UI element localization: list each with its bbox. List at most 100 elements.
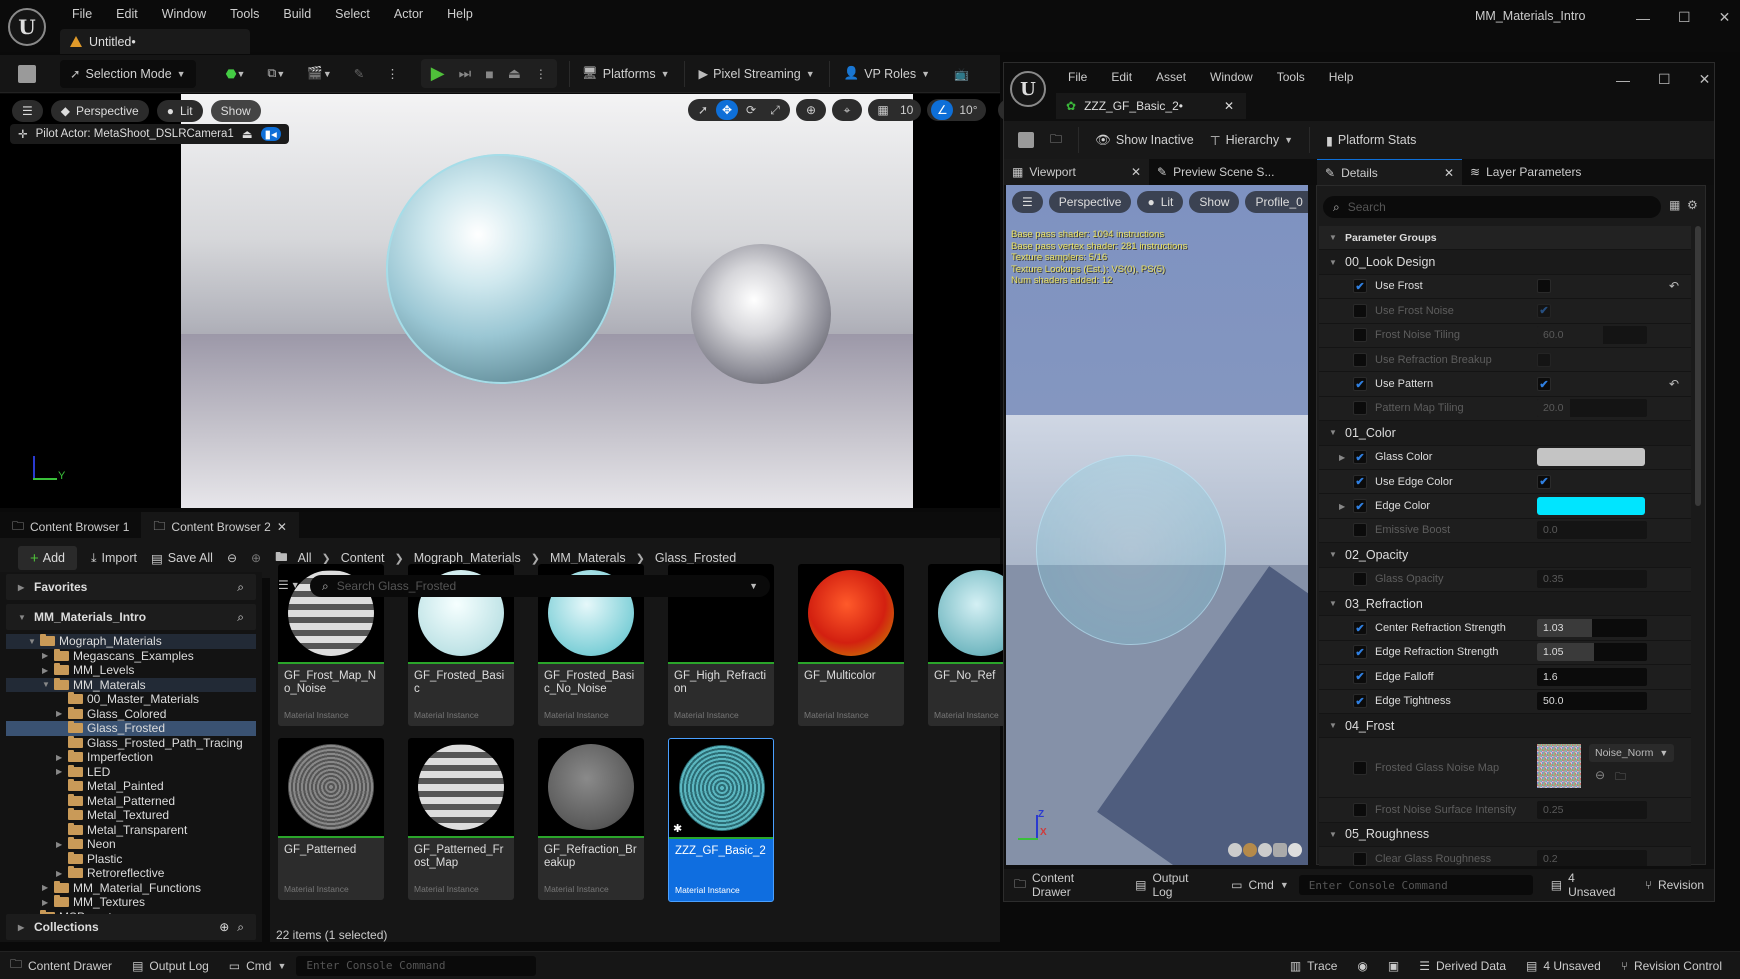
close-tab-icon[interactable]: ✕ <box>1131 165 1141 179</box>
folder-tree-item[interactable]: Metal_Painted <box>6 779 256 794</box>
asset-tile[interactable]: GF_Multicolor Material Instance <box>798 564 904 726</box>
parameter-override-checkbox[interactable] <box>1353 572 1367 587</box>
close-icon[interactable]: ✕ <box>1719 9 1731 26</box>
eject-pilot-icon[interactable]: ⏏ <box>242 127 253 141</box>
cinematics-icon[interactable]: 🎬 ▼ <box>307 66 332 81</box>
menu-edit[interactable]: Edit <box>104 6 150 22</box>
folder-tree-item[interactable]: ▼ Mograph_Materials <box>6 634 256 649</box>
modeling-icon[interactable]: ✎ <box>354 66 364 81</box>
back-icon[interactable]: ⊖ <box>227 551 237 565</box>
parameter-value-field[interactable]: 20.0 <box>1537 399 1647 418</box>
derived-data-button[interactable]: ☰ Derived Data <box>1409 959 1516 973</box>
save-icon[interactable] <box>1018 132 1034 148</box>
parameter-override-checkbox[interactable]: ✔ <box>1353 279 1367 294</box>
cube-mesh-icon[interactable] <box>1273 843 1287 857</box>
save-all-button[interactable]: ▤ Save All <box>151 551 213 566</box>
maximize-icon[interactable]: ☐ <box>1658 71 1671 88</box>
platforms-dropdown[interactable]: 🖥 Platforms ▼ <box>582 66 670 81</box>
favorites-section[interactable]: ▶ Favorites ⌕ <box>6 574 256 600</box>
breadcrumb-item[interactable]: Glass_Frosted <box>655 551 736 565</box>
custom-mesh-icon[interactable] <box>1288 843 1302 857</box>
close-icon[interactable]: ✕ <box>1699 71 1711 88</box>
parameter-override-checkbox[interactable]: ✔ <box>1353 621 1367 636</box>
parameter-override-checkbox[interactable] <box>1353 303 1367 318</box>
tab-details[interactable]: ✎ Details ✕ <box>1317 159 1462 185</box>
level-tab[interactable]: Untitled• <box>60 29 250 54</box>
parameter-group-header[interactable]: ▼ 01_Color <box>1319 421 1691 446</box>
use-selected-icon[interactable]: ⊖ <box>1595 768 1605 782</box>
menu-actor[interactable]: Actor <box>382 6 435 22</box>
root-section[interactable]: ▼ MM_Materials_Intro ⌕ <box>6 604 256 630</box>
color-swatch[interactable] <box>1537 497 1645 516</box>
platform-stats-button[interactable]: ▮ Platform Stats <box>1326 133 1416 148</box>
tab-layer-parameters[interactable]: ≋ Layer Parameters <box>1462 159 1589 185</box>
breadcrumb-item[interactable]: Mograph_Materials <box>414 551 521 565</box>
select-tool-icon[interactable]: ➚ <box>692 100 714 120</box>
level-viewport[interactable]: ☰ ◆ Perspective ● Lit Show ✛ Pilot Actor: … <box>0 94 1061 508</box>
viewport-render[interactable] <box>181 94 913 508</box>
more-options-icon[interactable]: ⋮ <box>386 66 399 81</box>
folder-tree-item[interactable]: ▶ MM_Textures <box>6 895 256 910</box>
unreal-logo-icon[interactable]: U <box>1010 71 1046 107</box>
expand-icon[interactable]: ▶ <box>1339 502 1353 511</box>
revision-button[interactable]: ⑂ Revision <box>1635 878 1714 892</box>
cmd-dropdown[interactable]: ▭ Cmd ▼ <box>1221 878 1299 892</box>
expand-icon[interactable]: ▶ <box>42 898 50 907</box>
add-collection-icon[interactable]: ⊕ <box>219 920 229 934</box>
viewport-menu-button[interactable]: ☰ <box>1012 191 1043 213</box>
revision-control-button[interactable]: ⑂ Revision Control <box>1611 959 1732 973</box>
vp-roles-dropdown[interactable]: 👤 VP Roles ▼ <box>844 66 930 81</box>
collapse-icon[interactable]: ▼ <box>42 680 50 689</box>
minimize-icon[interactable]: — <box>1616 72 1630 88</box>
search-icon[interactable]: ⌕ <box>237 610 244 625</box>
parameter-value-field[interactable]: 1.6 <box>1537 667 1647 686</box>
asset-search-input[interactable]: Search Glass_Frosted <box>337 579 456 593</box>
console-input[interactable]: Enter Console Command <box>296 955 537 976</box>
expand-icon[interactable]: ▶ <box>1339 453 1353 462</box>
asset-tile[interactable]: GF_Patterned Material Instance <box>278 738 384 900</box>
camera-icon[interactable]: ▮◂ <box>260 127 281 141</box>
parameter-group-header[interactable]: ▼ 02_Opacity <box>1319 543 1691 568</box>
parameter-value-field[interactable]: 60.0 <box>1537 326 1647 345</box>
eject-icon[interactable]: ⏏ <box>508 65 521 82</box>
parameter-value-field[interactable]: 50.0 <box>1537 692 1647 711</box>
lit-button[interactable]: ● Lit <box>1137 191 1184 213</box>
parameter-override-checkbox[interactable] <box>1353 851 1367 866</box>
parameter-value-field[interactable]: 0.0 <box>1537 521 1647 540</box>
menu-tools[interactable]: Tools <box>1265 70 1317 84</box>
console-input[interactable]: Enter Console Command <box>1298 875 1533 895</box>
menu-file[interactable]: File <box>1056 70 1099 84</box>
settings-icon[interactable]: ⚙ <box>1687 198 1698 212</box>
folder-tree-item[interactable]: ▶ Glass_Colored <box>6 706 256 722</box>
folder-tree-item[interactable]: ▶ MM_Levels <box>6 663 256 678</box>
folder-tree-item[interactable]: ▶ Imperfection <box>6 750 256 765</box>
expand-icon[interactable]: ▶ <box>56 767 64 776</box>
details-search[interactable]: ⌕ Search <box>1323 196 1661 218</box>
search-icon[interactable]: ⌕ <box>237 580 244 595</box>
scale-tool-icon[interactable]: ⤢ <box>764 100 786 120</box>
folder-tree-item[interactable]: ▶ LED <box>6 764 256 780</box>
parameter-override-checkbox[interactable]: ✔ <box>1353 694 1367 709</box>
asset-tile[interactable]: GF_Patterned_Frost_Map Material Instance <box>408 738 514 900</box>
details-scrollbar[interactable] <box>1695 226 1701 506</box>
parameter-value-field[interactable]: 0.25 <box>1537 801 1647 820</box>
parameter-value-checkbox[interactable] <box>1537 352 1551 367</box>
expand-icon[interactable]: ▶ <box>42 883 50 892</box>
browse-icon[interactable]: 🗀 <box>1615 768 1626 787</box>
parameter-override-checkbox[interactable]: ✔ <box>1353 499 1367 514</box>
breadcrumb-item[interactable]: Content <box>341 551 385 565</box>
parameter-override-checkbox[interactable] <box>1353 523 1367 538</box>
menu-tools[interactable]: Tools <box>218 6 271 22</box>
rotate-tool-icon[interactable]: ⟳ <box>740 100 762 120</box>
asset-search[interactable]: ⌕ Search Glass_Frosted ▼ <box>310 575 770 597</box>
hierarchy-dropdown[interactable]: ⊤ Hierarchy ▼ <box>1210 133 1293 148</box>
trace-button[interactable]: ▥ Trace <box>1280 959 1348 973</box>
forward-icon[interactable]: ⊕ <box>251 551 261 565</box>
expand-icon[interactable]: ▶ <box>56 840 64 849</box>
parameter-value-field[interactable]: 1.03 <box>1537 619 1647 638</box>
unreal-logo-icon[interactable]: U <box>8 8 46 46</box>
texture-dropdown[interactable]: Noise_Norm ▼ <box>1589 744 1675 763</box>
asset-tile[interactable]: ✱ ZZZ_GF_Basic_2 Material Instance <box>668 738 774 902</box>
parameter-override-checkbox[interactable]: ✔ <box>1353 645 1367 660</box>
viewport-menu-button[interactable]: ☰ <box>12 100 43 122</box>
